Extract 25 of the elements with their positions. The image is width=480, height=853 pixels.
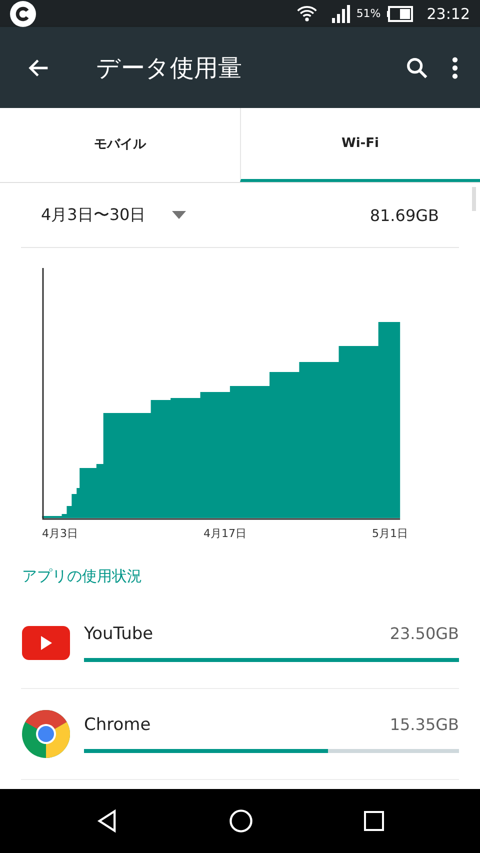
app-usage-item[interactable]: YouTube 23.50GB — [21, 598, 459, 689]
scroll-bar — [472, 187, 476, 211]
more-icon — [452, 56, 458, 78]
circle-home-icon — [228, 808, 254, 834]
clock: 23:12 — [426, 4, 470, 22]
app-usage-item[interactable]: Chrome 15.35GB — [21, 689, 459, 780]
battery-icon — [386, 6, 413, 22]
battery-percent: 51% — [356, 7, 381, 20]
axis-label: 4月17日 — [204, 526, 246, 541]
axis-label: 4月3日 — [42, 526, 78, 541]
app-data-amount: 23.50GB — [390, 624, 459, 644]
tab[interactable]: Wi-Fi — [240, 108, 480, 182]
app-data-amount: 15.35GB — [390, 715, 459, 735]
period-dropdown[interactable]: 4月3日〜30日 — [41, 204, 186, 226]
wifi-icon — [296, 5, 318, 22]
app-name: YouTube — [84, 624, 154, 644]
signal-icon — [332, 4, 350, 22]
screen-title: データ使用量 — [96, 52, 243, 84]
total-usage: 81.69GB — [370, 206, 439, 224]
chrome-icon — [21, 709, 71, 759]
square-recents-icon — [362, 809, 386, 833]
axis-label: 5月1日 — [372, 526, 408, 541]
section-header: アプリの使用状況 — [21, 566, 143, 587]
caret-icon — [172, 211, 186, 219]
app-name: Chrome — [84, 715, 151, 735]
